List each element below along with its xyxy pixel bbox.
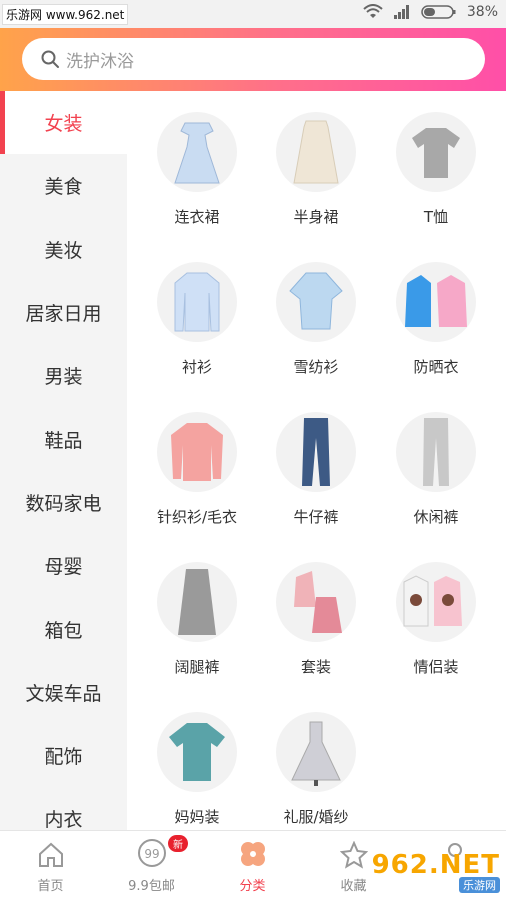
sidebar-item-entertainment[interactable]: 文娱车品	[0, 661, 127, 724]
subcategory-item[interactable]: 情侣装	[376, 562, 496, 677]
sidebar-item-label: 女装	[44, 113, 83, 136]
sidebar-item-beauty[interactable]: 美妆	[0, 218, 127, 281]
subcategory-item[interactable]: 连衣裙	[137, 112, 257, 227]
sidebar-item-digital[interactable]: 数码家电	[0, 471, 127, 534]
nine-nine-icon: 99	[137, 839, 166, 867]
sidebar-item-label: 配饰	[44, 746, 83, 769]
status-bar: 乐游网 www.962.net 38%	[0, 0, 506, 28]
sidebar-item-label: 美妆	[44, 239, 83, 262]
sidebar-item-label: 内衣	[44, 809, 83, 830]
subcategory-item[interactable]: 防晒衣	[376, 262, 496, 377]
sidebar-item-label: 母婴	[44, 556, 83, 579]
jeans-icon	[276, 412, 356, 492]
search-placeholder: 洗护沐浴	[66, 51, 134, 72]
subcategory-label: 半身裙	[293, 208, 339, 226]
subcategory-label: 阔腿裤	[174, 658, 220, 676]
sidebar-item-underwear[interactable]: 内衣	[0, 787, 127, 830]
category-icon	[240, 842, 265, 866]
signal-icon	[393, 5, 409, 19]
search-icon	[41, 50, 59, 68]
sidebar-item-accessories[interactable]: 配饰	[0, 724, 127, 787]
subcategory-label: 情侣装	[413, 658, 459, 676]
watermark-top: 乐游网 www.962.net	[2, 4, 129, 25]
skirt-icon	[276, 112, 356, 192]
bottom-nav: 首页 99 9.9包邮 新 分类 收藏 962.NET 乐游网	[0, 830, 506, 900]
subcategory-label: 妈妈装	[174, 808, 220, 826]
subcategory-item[interactable]: 礼服/婚纱	[256, 712, 376, 827]
sidebar-item-mens[interactable]: 男装	[0, 344, 127, 407]
sun-jacket-icon	[396, 262, 476, 342]
category-sidebar: 女装 美食 美妆 居家日用 男装 鞋品 数码家电 母婴 箱包 文娱车品 配饰 内…	[0, 91, 127, 830]
wifi-icon	[363, 4, 383, 18]
sidebar-item-shoes[interactable]: 鞋品	[0, 407, 127, 470]
sidebar-item-label: 数码家电	[25, 492, 102, 515]
battery-icon	[421, 5, 456, 19]
search-input[interactable]: 洗护沐浴	[22, 38, 485, 80]
sidebar-item-label: 美食	[44, 176, 83, 199]
watermark-logo: 962.NET 乐游网	[366, 848, 500, 894]
star-icon	[339, 841, 368, 869]
subcategory-item[interactable]: T恤	[376, 112, 496, 227]
tshirt-icon	[396, 112, 476, 192]
watermark-big: 962.NET	[371, 849, 500, 880]
subcategory-label: 牛仔裤	[293, 508, 339, 526]
home-icon	[38, 842, 63, 867]
sidebar-item-baby[interactable]: 母婴	[0, 534, 127, 597]
mom-outfit-icon	[157, 712, 237, 792]
sidebar-item-home[interactable]: 居家日用	[0, 281, 127, 344]
subcategory-item[interactable]: 雪纺衫	[256, 262, 376, 377]
tab-label: 分类	[239, 879, 266, 894]
sidebar-item-label: 文娱车品	[25, 682, 102, 705]
subcategory-label: 礼服/婚纱	[283, 808, 349, 826]
sidebar-item-label: 居家日用	[25, 303, 102, 326]
subcategory-label: 休闲裤	[413, 508, 459, 526]
header: 洗护沐浴	[0, 28, 506, 91]
cardigan-icon	[157, 412, 237, 492]
subcategory-label: 防晒衣	[413, 358, 459, 376]
sidebar-item-label: 箱包	[44, 619, 83, 642]
wide-leg-pants-icon	[157, 562, 237, 642]
subcategory-item[interactable]: 牛仔裤	[256, 412, 376, 527]
tab-home[interactable]: 首页	[0, 831, 101, 900]
subcategory-item[interactable]: 针织衫/毛衣	[137, 412, 257, 527]
sidebar-item-label: 鞋品	[44, 429, 83, 452]
subcategory-item[interactable]: 衬衫	[137, 262, 257, 377]
couple-outfit-icon	[396, 562, 476, 642]
shirt-icon	[157, 262, 237, 342]
subcategory-label: 针织衫/毛衣	[156, 508, 238, 526]
tab-label: 首页	[37, 879, 64, 894]
tab-category[interactable]: 分类	[202, 831, 303, 900]
wedding-dress-icon	[276, 712, 356, 792]
subcategory-label: 雪纺衫	[293, 358, 339, 376]
casual-pants-icon	[396, 412, 476, 492]
chiffon-blouse-icon	[276, 262, 356, 342]
new-badge: 新	[168, 835, 188, 852]
subcategory-label: 连衣裙	[174, 208, 220, 226]
svg-text:99: 99	[144, 847, 159, 861]
subcategory-item[interactable]: 套装	[256, 562, 376, 677]
tab-label: 9.9包邮	[128, 879, 175, 894]
subcategory-label: T恤	[423, 208, 449, 226]
subcategory-item[interactable]: 妈妈装	[137, 712, 257, 827]
sidebar-item-womens[interactable]: 女装	[0, 91, 127, 155]
subcategory-item[interactable]: 半身裙	[256, 112, 376, 227]
subcategory-label: 套装	[300, 658, 331, 676]
subcategory-label: 衬衫	[181, 358, 212, 376]
sidebar-item-bags[interactable]: 箱包	[0, 597, 127, 660]
battery-percent: 38%	[466, 4, 498, 20]
sidebar-item-label: 男装	[44, 366, 83, 389]
suit-set-icon	[276, 562, 356, 642]
subcategory-item[interactable]: 休闲裤	[376, 412, 496, 527]
watermark-small: 乐游网	[459, 876, 500, 893]
status-icons: 38%	[363, 4, 498, 20]
subcategory-item[interactable]: 阔腿裤	[137, 562, 257, 677]
dress-icon	[157, 112, 237, 192]
sidebar-item-food[interactable]: 美食	[0, 154, 127, 217]
